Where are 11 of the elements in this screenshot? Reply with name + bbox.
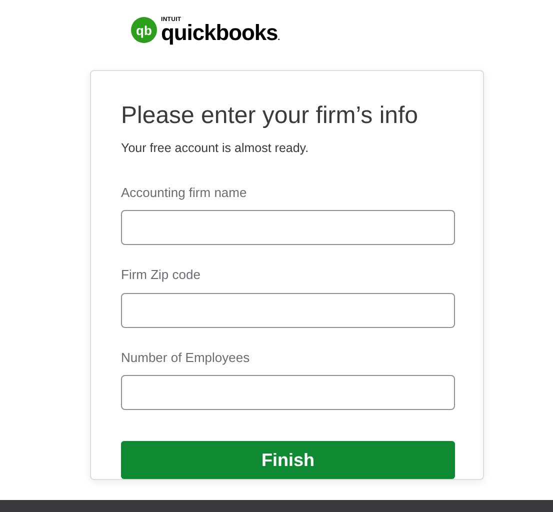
- input-field[interactable]: [121, 292, 455, 328]
- form-title: Please enter your firm’s info: [121, 101, 420, 131]
- product-name: quickbooks.: [161, 22, 280, 44]
- logo-mark: qb: [131, 17, 157, 43]
- finish-button[interactable]: Finish: [121, 441, 455, 479]
- input-field[interactable]: [121, 375, 455, 410]
- field-label: Accounting firm name: [121, 184, 248, 202]
- field-label: Number of Employees: [121, 348, 251, 367]
- form-subtitle: Your free account is almost ready.: [121, 140, 310, 157]
- field-label: Firm Zip code: [121, 266, 202, 284]
- input-field[interactable]: [121, 210, 455, 246]
